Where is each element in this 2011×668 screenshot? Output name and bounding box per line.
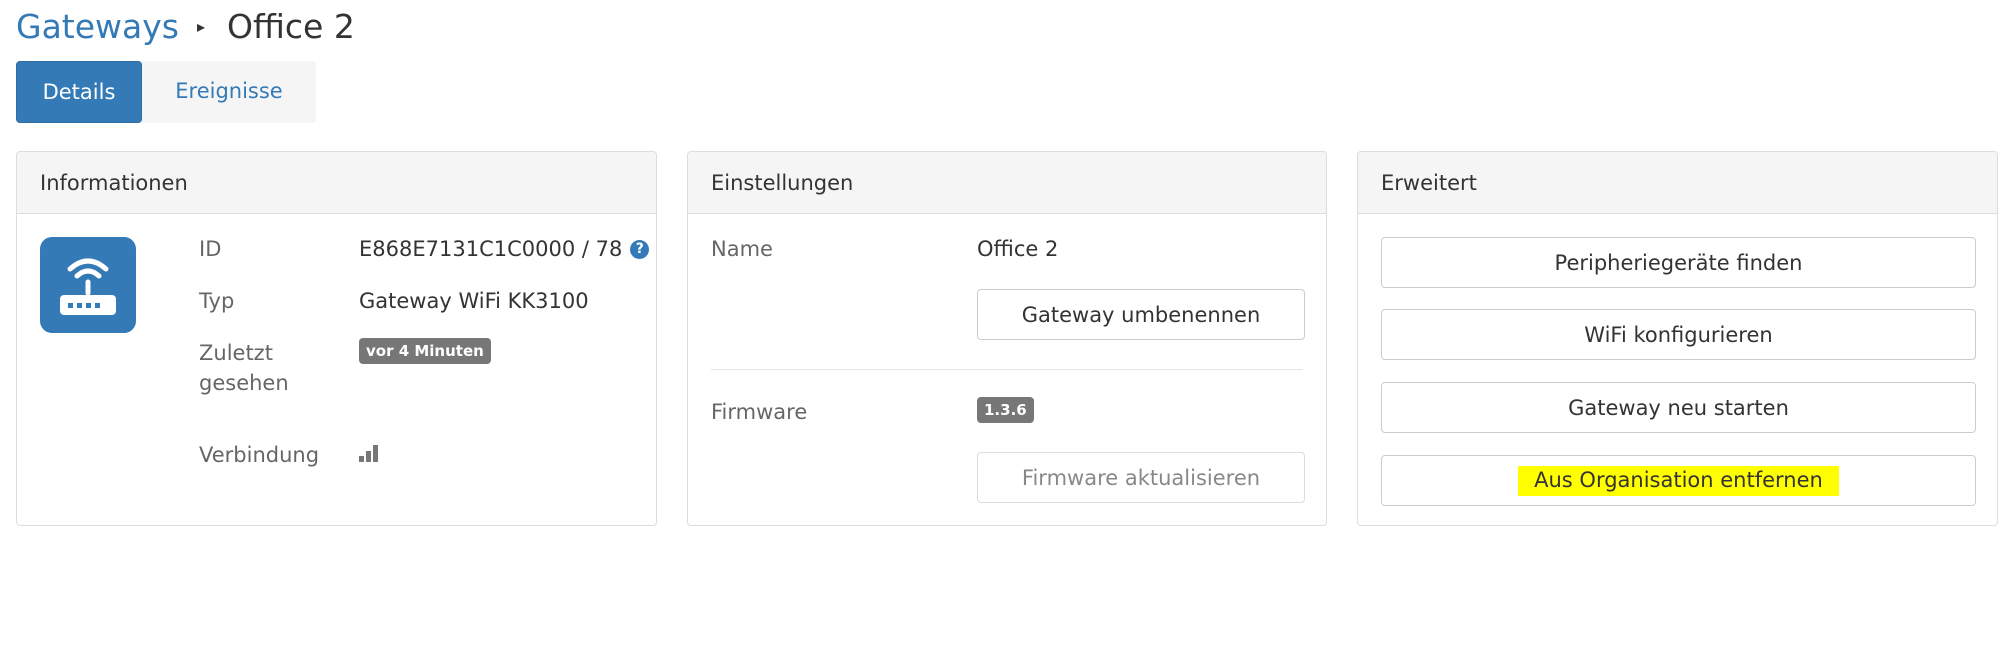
settings-panel-title: Einstellungen [688, 152, 1326, 214]
firmware-label: Firmware [711, 400, 808, 424]
remove-from-organization-button[interactable]: Aus Organisation entfernen [1381, 455, 1976, 506]
advanced-panel-title: Erweitert [1358, 152, 1997, 214]
find-peripherals-button[interactable]: Peripheriegeräte finden [1381, 237, 1976, 288]
name-value: Office 2 [977, 237, 1059, 261]
info-panel: Informationen ID E868E7131C1C0000 / 78 ?… [16, 151, 657, 526]
typ-label: Typ [199, 289, 235, 313]
zuletzt-value: vor 4 Minuten [359, 338, 491, 364]
help-icon[interactable]: ? [630, 239, 650, 259]
info-panel-title: Informationen [17, 152, 656, 214]
configure-wifi-button[interactable]: WiFi konfigurieren [1381, 309, 1976, 360]
settings-panel: Einstellungen Name Office 2 Gateway umbe… [687, 151, 1327, 526]
firmware-version: 1.3.6 [977, 397, 1034, 423]
zuletzt-label-line1: Zuletzt [199, 341, 273, 365]
advanced-panel: Erweitert Peripheriegeräte finden WiFi k… [1357, 151, 1998, 526]
verbindung-value [359, 440, 381, 470]
breadcrumb: Gateways ▸ Office 2 [16, 4, 355, 48]
id-value: E868E7131C1C0000 / 78 ? [359, 234, 650, 264]
typ-value: Gateway WiFi KK3100 [359, 289, 589, 313]
page-title: Office 2 [227, 6, 355, 46]
id-text: E868E7131C1C0000 / 78 [359, 237, 623, 261]
restart-gateway-button[interactable]: Gateway neu starten [1381, 382, 1976, 433]
zuletzt-label-line2: gesehen [199, 371, 289, 395]
tab-details[interactable]: Details [16, 61, 142, 123]
update-firmware-button[interactable]: Firmware aktualisieren [977, 452, 1305, 503]
firmware-version-badge: 1.3.6 [977, 397, 1034, 423]
tab-bar: Details Ereignisse [16, 61, 316, 123]
zuletzt-label: Zuletzt gesehen [199, 338, 289, 398]
rename-gateway-button[interactable]: Gateway umbenennen [977, 289, 1305, 340]
id-label: ID [199, 237, 222, 261]
last-seen-badge: vor 4 Minuten [359, 338, 491, 364]
breadcrumb-separator-icon: ▸ [196, 16, 206, 36]
signal-bars-icon [359, 440, 381, 470]
verbindung-label: Verbindung [199, 443, 320, 467]
tab-ereignisse[interactable]: Ereignisse [142, 61, 316, 121]
router-icon [40, 237, 136, 333]
remove-from-organization-label: Aus Organisation entfernen [1518, 465, 1839, 496]
settings-divider [711, 369, 1303, 370]
breadcrumb-gateways-link[interactable]: Gateways [16, 7, 179, 46]
name-label: Name [711, 237, 773, 261]
